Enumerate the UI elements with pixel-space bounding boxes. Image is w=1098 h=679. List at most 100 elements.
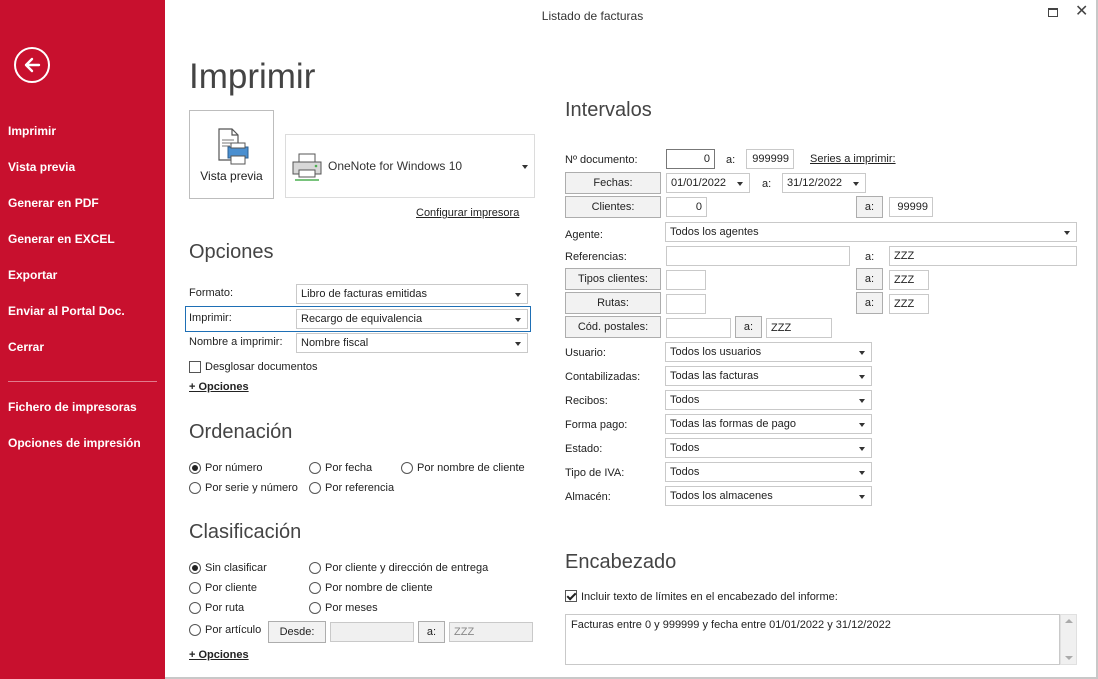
radio-label[interactable]: Por fecha: [325, 462, 372, 474]
chevron-down-icon: [859, 351, 865, 355]
radio-por-referencia[interactable]: [309, 482, 321, 494]
clientes-to-field[interactable]: 99999: [889, 197, 933, 217]
referencias-label: Referencias:: [565, 251, 627, 263]
back-button[interactable]: [14, 47, 50, 83]
printer-icon: [292, 153, 322, 181]
chevron-down-icon: [859, 423, 865, 427]
radio-por-nombre-cliente-clas[interactable]: [309, 582, 321, 594]
radio-label[interactable]: Por referencia: [325, 482, 394, 494]
clientes-button[interactable]: Clientes:: [565, 196, 661, 218]
radio-label[interactable]: Por artículo: [205, 624, 261, 636]
desde-field[interactable]: [330, 622, 414, 642]
sidebar-item-vista-previa[interactable]: Vista previa: [8, 160, 75, 174]
preview-button[interactable]: Vista previa: [189, 110, 274, 199]
tipo-iva-select[interactable]: Todos: [665, 462, 872, 482]
radio-por-meses[interactable]: [309, 602, 321, 614]
almacen-label: Almacén:: [565, 491, 611, 503]
cod-postales-from-field[interactable]: [666, 318, 731, 338]
referencias-to-field[interactable]: ZZZ: [889, 246, 1077, 266]
radio-label[interactable]: Por cliente y dirección de entrega: [325, 562, 488, 574]
formato-select[interactable]: Libro de facturas emitidas: [296, 284, 528, 304]
forma-pago-select[interactable]: Todas las formas de pago: [665, 414, 872, 434]
hasta-button[interactable]: a:: [418, 621, 445, 643]
referencias-from-field[interactable]: [666, 246, 850, 266]
desglosar-checkbox[interactable]: [189, 361, 201, 373]
radio-por-cliente-direccion[interactable]: [309, 562, 321, 574]
sidebar-item-generar-excel[interactable]: Generar en EXCEL: [8, 232, 115, 246]
chevron-down-icon: [522, 165, 528, 169]
clientes-to-button[interactable]: a:: [856, 196, 883, 218]
sidebar-item-exportar[interactable]: Exportar: [8, 268, 57, 282]
encabezado-textarea[interactable]: Facturas entre 0 y 999999 y fecha entre …: [565, 614, 1060, 665]
radio-label[interactable]: Por nombre de cliente: [417, 462, 525, 474]
include-limits-label[interactable]: Incluir texto de límites en el encabezad…: [581, 591, 838, 603]
radio-label[interactable]: Por nombre de cliente: [325, 582, 433, 594]
agente-select[interactable]: Todos los agentes: [665, 222, 1077, 242]
sidebar-item-imprimir[interactable]: Imprimir: [8, 124, 56, 138]
almacen-select[interactable]: Todos los almacenes: [665, 486, 872, 506]
rutas-from-field[interactable]: [666, 294, 706, 314]
documento-to-label: a:: [726, 154, 736, 166]
radio-por-fecha[interactable]: [309, 462, 321, 474]
radio-label[interactable]: Por cliente: [205, 582, 257, 594]
opciones-more-link[interactable]: + Opciones: [189, 381, 249, 393]
sidebar-item-generar-pdf[interactable]: Generar en PDF: [8, 196, 99, 210]
estado-select[interactable]: Todos: [665, 438, 872, 458]
radio-label[interactable]: Por ruta: [205, 602, 244, 614]
fechas-to-date[interactable]: 31/12/2022: [782, 173, 866, 193]
desde-button[interactable]: Desde:: [268, 621, 326, 643]
sidebar-item-portal-doc[interactable]: Enviar al Portal Doc.: [8, 304, 125, 318]
radio-label[interactable]: Por serie y número: [205, 482, 298, 494]
imprimir-select[interactable]: Recargo de equivalencia: [296, 309, 528, 329]
fechas-from-date[interactable]: 01/01/2022: [666, 173, 750, 193]
nombre-select[interactable]: Nombre fiscal: [296, 333, 528, 353]
recibos-select[interactable]: Todos: [665, 390, 872, 410]
encabezado-scrollbar[interactable]: [1060, 614, 1077, 665]
desglosar-label[interactable]: Desglosar documentos: [205, 361, 318, 373]
cod-postales-to-field[interactable]: ZZZ: [766, 318, 832, 338]
radio-label[interactable]: Sin clasificar: [205, 562, 267, 574]
rutas-to-field[interactable]: ZZZ: [889, 294, 929, 314]
usuario-select[interactable]: Todos los usuarios: [665, 342, 872, 362]
radio-por-ruta[interactable]: [189, 602, 201, 614]
documento-to-field[interactable]: 999999: [746, 149, 794, 169]
document-printer-icon: [218, 128, 249, 165]
documento-from-field[interactable]: 0: [666, 149, 715, 169]
series-link[interactable]: Series a imprimir:: [810, 153, 896, 165]
rutas-to-button[interactable]: a:: [856, 292, 883, 314]
maximize-icon[interactable]: [1048, 8, 1058, 17]
printer-name: OneNote for Windows 10: [328, 159, 463, 173]
clientes-from-field[interactable]: 0: [666, 197, 707, 217]
forma-pago-value: Todas las formas de pago: [670, 418, 796, 430]
tipos-clientes-from-field[interactable]: [666, 270, 706, 290]
sidebar-item-fichero-impresoras[interactable]: Fichero de impresoras: [8, 400, 137, 414]
sidebar-item-opciones-impresion[interactable]: Opciones de impresión: [8, 436, 141, 450]
tipos-clientes-to-button[interactable]: a:: [856, 268, 883, 290]
hasta-field[interactable]: ZZZ: [449, 622, 533, 642]
close-icon[interactable]: ✕: [1075, 4, 1088, 20]
cod-postales-to-button[interactable]: a:: [735, 316, 762, 338]
tipos-clientes-button[interactable]: Tipos clientes:: [565, 268, 661, 290]
tipos-clientes-to-field[interactable]: ZZZ: [889, 270, 929, 290]
radio-label[interactable]: Por meses: [325, 602, 378, 614]
include-limits-checkbox[interactable]: [565, 590, 577, 602]
page-title: Imprimir: [189, 57, 316, 96]
radio-por-serie-numero[interactable]: [189, 482, 201, 494]
radio-por-nombre-cliente[interactable]: [401, 462, 413, 474]
contabilizadas-select[interactable]: Todas las facturas: [665, 366, 872, 386]
rutas-button[interactable]: Rutas:: [565, 292, 661, 314]
radio-por-cliente[interactable]: [189, 582, 201, 594]
fechas-button[interactable]: Fechas:: [565, 172, 661, 194]
radio-label[interactable]: Por número: [205, 462, 262, 474]
radio-por-articulo[interactable]: [189, 624, 201, 636]
clasificacion-more-link[interactable]: + Opciones: [189, 649, 249, 661]
configure-printer-link[interactable]: Configurar impresora: [416, 207, 519, 219]
sidebar-item-cerrar[interactable]: Cerrar: [8, 340, 44, 354]
opciones-title: Opciones: [189, 241, 274, 263]
scroll-down-icon[interactable]: [1065, 656, 1073, 660]
scroll-up-icon[interactable]: [1065, 619, 1073, 623]
radio-sin-clasificar[interactable]: [189, 562, 201, 574]
printer-select[interactable]: OneNote for Windows 10: [285, 134, 535, 198]
radio-por-numero[interactable]: [189, 462, 201, 474]
cod-postales-button[interactable]: Cód. postales:: [565, 316, 661, 338]
